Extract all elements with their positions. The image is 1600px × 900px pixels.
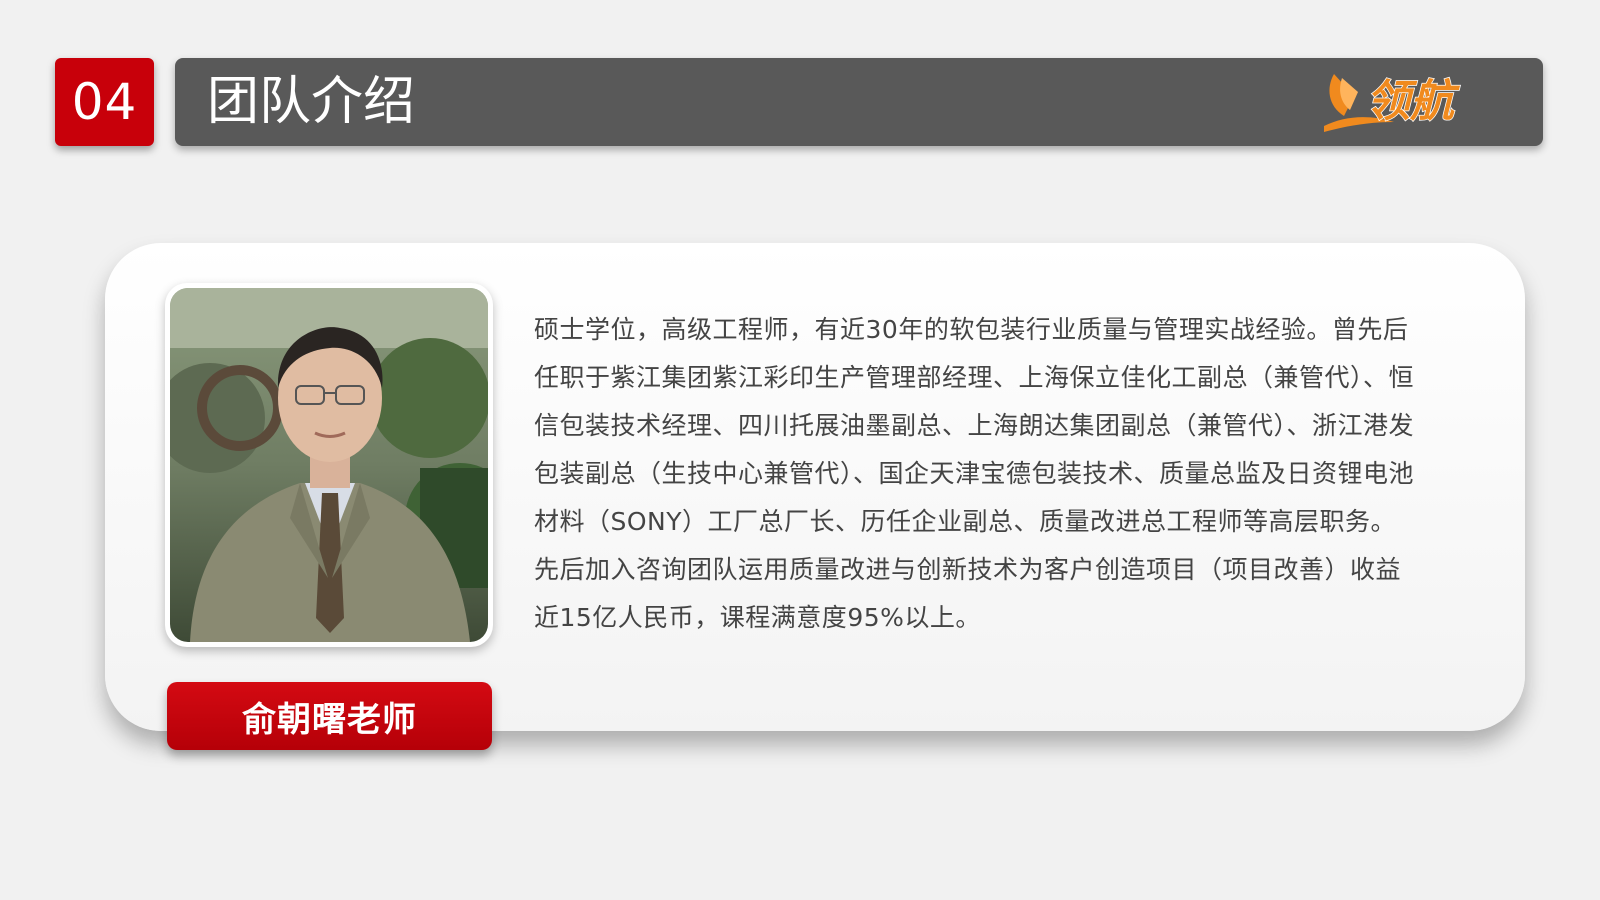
svg-text:领航: 领航	[1366, 76, 1461, 127]
teacher-name-badge: 俞朝曙老师	[167, 682, 492, 750]
section-number-badge: 04	[55, 58, 154, 146]
teacher-portrait-photo	[170, 288, 488, 642]
title-bar: 团队介绍 领航	[175, 58, 1543, 146]
page-title: 团队介绍	[207, 72, 416, 132]
slide: 04 团队介绍 领航 俞朝曙老师 硕士学位，高级工程师，有近30年的软包装行业质…	[0, 0, 1600, 900]
brand-logo: 领航	[1324, 66, 1509, 136]
photo-frame	[165, 283, 493, 647]
teacher-bio-text: 硕士学位，高级工程师，有近30年的软包装行业质量与管理实战经验。曾先后任职于紫江…	[534, 315, 1415, 632]
